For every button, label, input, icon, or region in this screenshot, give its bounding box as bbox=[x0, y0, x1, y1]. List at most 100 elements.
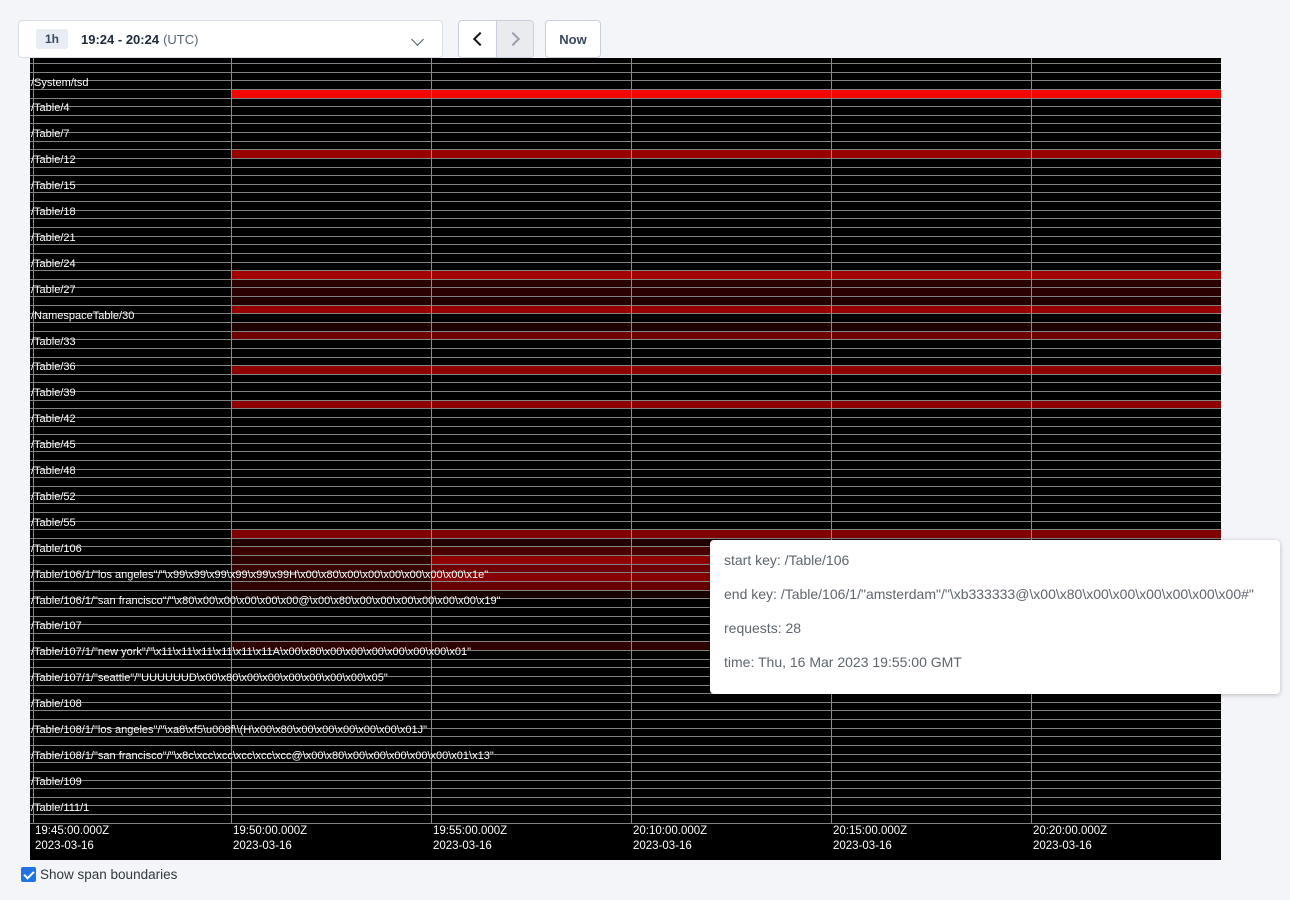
row-gridline bbox=[30, 521, 1221, 522]
row-gridline bbox=[30, 296, 1221, 297]
row-gridline bbox=[30, 426, 1221, 427]
tick-date: 2023-03-16 bbox=[633, 839, 707, 854]
heat-band bbox=[231, 89, 1221, 98]
span-boundary-label: /Table/12 bbox=[31, 154, 76, 167]
row-gridline bbox=[30, 434, 1221, 435]
span-boundary-label: /Table/36 bbox=[31, 361, 76, 374]
span-boundary-label: /Table/107/1/"seattle"/"UUUUUUD\x00\x80\… bbox=[31, 672, 388, 685]
row-gridline bbox=[30, 98, 1221, 99]
row-gridline bbox=[30, 780, 1221, 781]
x-axis-tick: 20:15:00.000Z2023-03-16 bbox=[833, 824, 907, 854]
heat-band bbox=[231, 555, 431, 564]
row-gridline bbox=[30, 529, 1221, 530]
tick-time: 20:20:00.000Z bbox=[1033, 824, 1107, 839]
next-range-button-disabled[interactable] bbox=[496, 21, 533, 57]
tick-time: 20:15:00.000Z bbox=[833, 824, 907, 839]
x-axis-tick: 20:10:00.000Z2023-03-16 bbox=[633, 824, 707, 854]
x-axis-tick: 19:55:00.000Z2023-03-16 bbox=[433, 824, 507, 854]
tooltip-start-key: start key: /Table/106 bbox=[724, 543, 1280, 577]
heat-band bbox=[231, 296, 1221, 305]
heat-band bbox=[231, 400, 1221, 409]
row-gridline bbox=[30, 192, 1221, 193]
row-gridline bbox=[30, 538, 1221, 539]
tick-time: 19:50:00.000Z bbox=[233, 824, 307, 839]
column-gridline bbox=[231, 58, 232, 823]
tick-date: 2023-03-16 bbox=[433, 839, 507, 854]
now-button[interactable]: Now bbox=[545, 20, 601, 58]
row-gridline bbox=[30, 805, 1221, 806]
heat-band bbox=[231, 279, 1221, 288]
tick-date: 2023-03-16 bbox=[35, 839, 109, 854]
prev-range-button[interactable] bbox=[459, 21, 496, 57]
row-gridline bbox=[30, 477, 1221, 478]
tick-date: 2023-03-16 bbox=[1033, 839, 1107, 854]
time-range-selector[interactable]: 1h 19:24 - 20:24 (UTC) bbox=[18, 20, 443, 58]
row-gridline bbox=[30, 374, 1221, 375]
row-gridline bbox=[30, 106, 1221, 107]
heatmap-tooltip: start key: /Table/106 end key: /Table/10… bbox=[710, 540, 1280, 694]
row-gridline bbox=[30, 158, 1221, 159]
span-boundary-label: /Table/55 bbox=[31, 517, 76, 530]
row-gridline bbox=[30, 408, 1221, 409]
x-axis-tick: 20:20:00.000Z2023-03-16 bbox=[1033, 824, 1107, 854]
heat-band bbox=[231, 270, 1221, 279]
span-boundary-label: /Table/106 bbox=[31, 543, 82, 556]
span-boundary-label: /Table/106/1/"san francisco"/"\x80\x00\x… bbox=[31, 595, 501, 608]
range-utc-label: (UTC) bbox=[163, 32, 198, 47]
tooltip-requests: requests: 28 bbox=[724, 611, 1280, 645]
row-gridline bbox=[30, 115, 1221, 116]
row-gridline bbox=[30, 710, 1221, 711]
x-axis-tick: 19:50:00.000Z2023-03-16 bbox=[233, 824, 307, 854]
column-gridline bbox=[431, 58, 432, 823]
heat-band bbox=[231, 546, 431, 555]
row-gridline bbox=[30, 788, 1221, 789]
heat-band bbox=[231, 322, 1221, 331]
row-gridline bbox=[30, 512, 1221, 513]
span-boundary-label: /NamespaceTable/30 bbox=[31, 310, 134, 323]
row-gridline bbox=[30, 331, 1221, 332]
heat-band bbox=[231, 149, 1221, 158]
chevron-left-icon bbox=[472, 32, 486, 46]
range-text: 19:24 - 20:24 bbox=[81, 32, 159, 47]
row-gridline bbox=[30, 814, 1221, 815]
x-axis-tick: 19:45:00.000Z2023-03-16 bbox=[35, 824, 109, 854]
row-gridline bbox=[30, 287, 1221, 288]
row-gridline bbox=[30, 495, 1221, 496]
heat-band bbox=[231, 305, 1221, 314]
chevron-down-icon bbox=[411, 33, 424, 46]
span-boundary-label: /Table/107/1/"new york"/"\x11\x11\x11\x1… bbox=[31, 646, 471, 659]
row-gridline bbox=[30, 702, 1221, 703]
column-gridline bbox=[1031, 58, 1032, 823]
tick-time: 19:55:00.000Z bbox=[433, 824, 507, 839]
span-boundary-label: /Table/7 bbox=[31, 128, 70, 141]
row-gridline bbox=[30, 339, 1221, 340]
row-gridline bbox=[30, 305, 1221, 306]
heat-band bbox=[231, 581, 431, 590]
row-gridline bbox=[30, 486, 1221, 487]
span-boundary-label: /Table/108/1/"san francisco"/"\x8c\xcc\x… bbox=[31, 750, 494, 763]
row-gridline bbox=[30, 210, 1221, 211]
row-gridline bbox=[30, 400, 1221, 401]
footer: Show span boundaries bbox=[21, 867, 177, 882]
tooltip-time: time: Thu, 16 Mar 2023 19:55:00 GMT bbox=[724, 645, 1280, 679]
toolbar: 1h 19:24 - 20:24 (UTC) Now bbox=[0, 0, 1290, 58]
span-boundary-label: /Table/24 bbox=[31, 258, 76, 271]
show-span-boundaries-checkbox[interactable] bbox=[21, 867, 36, 882]
span-boundary-label: /Table/106/1/"los angeles"/"\x99\x99\x99… bbox=[31, 569, 488, 582]
row-gridline bbox=[30, 201, 1221, 202]
span-boundary-label: /Table/21 bbox=[31, 232, 76, 245]
span-boundary-label: /Table/39 bbox=[31, 387, 76, 400]
range-duration-badge: 1h bbox=[36, 29, 68, 49]
row-gridline bbox=[30, 80, 1221, 81]
span-boundary-label: /Table/4 bbox=[31, 102, 70, 115]
span-boundary-label: /Table/27 bbox=[31, 284, 76, 297]
column-gridline bbox=[831, 58, 832, 823]
row-gridline bbox=[30, 357, 1221, 358]
row-gridline bbox=[30, 184, 1221, 185]
tick-time: 20:10:00.000Z bbox=[633, 824, 707, 839]
row-gridline bbox=[30, 72, 1221, 73]
row-gridline bbox=[30, 149, 1221, 150]
row-gridline bbox=[30, 236, 1221, 237]
row-gridline bbox=[30, 253, 1221, 254]
key-visualizer-heatmap[interactable]: /System/tsd/Table/4/Table/7/Table/12/Tab… bbox=[30, 58, 1221, 860]
